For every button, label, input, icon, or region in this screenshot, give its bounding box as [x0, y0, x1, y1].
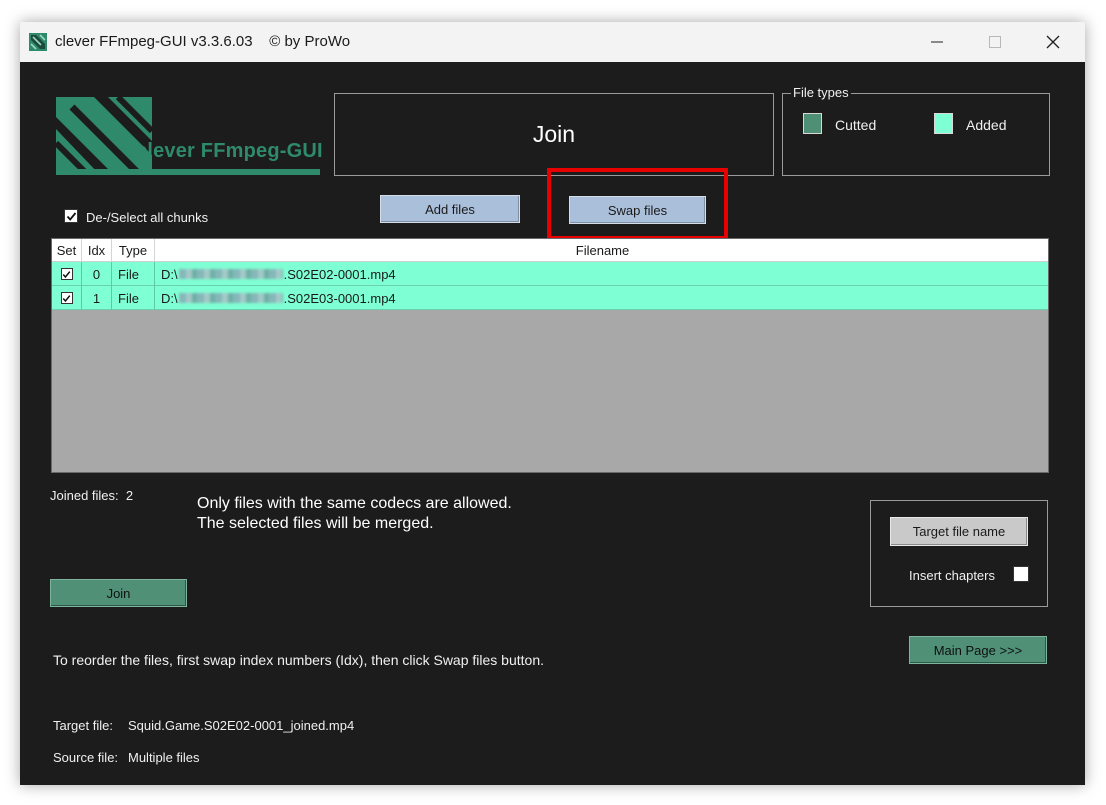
row-filename-cell: D:\ .S02E03-0001.mp4 [155, 286, 1048, 310]
table-header: Set Idx Type Filename [52, 239, 1048, 262]
column-header-idx[interactable]: Idx [82, 239, 112, 262]
target-options-panel: Target file name Insert chapters [870, 500, 1048, 607]
file-types-title: File types [791, 85, 851, 100]
row-set-checkbox[interactable] [60, 268, 73, 280]
checkmark-icon [62, 294, 71, 302]
window-title: clever FFmpeg-GUI v3.3.6.03 © by ProWo [55, 33, 351, 50]
row-type-cell: File [112, 262, 155, 286]
cutted-color-swatch [803, 113, 822, 134]
mode-title: Join [532, 121, 576, 147]
filename-suffix: .S02E02-0001.mp4 [283, 266, 396, 282]
row-set-cell [52, 286, 82, 310]
target-file-name-button[interactable]: Target file name [890, 517, 1028, 546]
close-icon [1046, 35, 1060, 49]
filename-suffix: .S02E03-0001.mp4 [283, 290, 396, 306]
source-file-label: Source file: [53, 750, 119, 765]
insert-chapters-checkbox[interactable] [1013, 566, 1029, 582]
select-all-label: De-/Select all chunks [86, 210, 209, 225]
table-row[interactable]: 1 File D:\ .S02E03-0001.mp4 [52, 286, 1048, 310]
joined-files-label: Joined files: 2 [50, 488, 134, 503]
target-file-value: Squid.Game.S02E02-0001_joined.mp4 [128, 718, 355, 733]
brand-logo-icon [53, 94, 320, 178]
table-row[interactable]: 0 File D:\ .S02E02-0001.mp4 [52, 262, 1048, 286]
codec-note: Only files with the same codecs are allo… [197, 495, 512, 512]
checkmark-icon [66, 211, 76, 221]
files-table: Set Idx Type Filename 0 File D:\ .S02E02-… [51, 238, 1049, 473]
column-header-type[interactable]: Type [112, 239, 155, 262]
row-idx-cell[interactable]: 1 [82, 286, 112, 310]
swap-files-highlight [547, 168, 728, 240]
mode-title-panel: Join [334, 93, 774, 176]
brand-logo-text: clever FFmpeg-GUI [136, 140, 323, 162]
row-set-cell [52, 262, 82, 286]
redacted-path [178, 293, 283, 303]
source-file-value: Multiple files [128, 750, 200, 765]
row-filename-cell: D:\ .S02E02-0001.mp4 [155, 262, 1048, 286]
added-label: Added [966, 117, 1007, 133]
maximize-icon [989, 36, 1001, 48]
checkmark-icon [62, 270, 71, 278]
filename-prefix: D:\ [161, 290, 178, 306]
added-color-swatch [934, 113, 953, 134]
file-types-legend: File types Cutted Added [782, 85, 1050, 176]
join-button[interactable]: Join [50, 579, 187, 607]
close-button[interactable] [1024, 22, 1082, 62]
row-type-cell: File [112, 286, 155, 310]
row-idx-cell[interactable]: 0 [82, 262, 112, 286]
row-set-checkbox[interactable] [60, 292, 73, 304]
main-content: clever FFmpeg-GUI Join File types Cutted… [20, 62, 1085, 785]
select-all-checkbox[interactable] [64, 209, 78, 223]
reorder-hint: To reorder the files, first swap index n… [53, 652, 544, 668]
merge-note: The selected files will be merged. [197, 515, 434, 532]
cutted-label: Cutted [835, 117, 877, 133]
joined-files-count: 2 [125, 488, 134, 503]
column-header-filename[interactable]: Filename [155, 239, 1048, 262]
app-window: clever FFmpeg-GUI v3.3.6.03 © by ProWo c… [20, 22, 1085, 785]
add-files-button[interactable]: Add files [380, 195, 520, 223]
minimize-button[interactable] [908, 22, 966, 62]
redacted-path [178, 269, 283, 279]
target-file-label: Target file: [53, 718, 113, 733]
insert-chapters-label: Insert chapters [909, 568, 995, 583]
main-page-button[interactable]: Main Page >>> [909, 636, 1047, 664]
column-header-set[interactable]: Set [52, 239, 82, 262]
filename-prefix: D:\ [161, 266, 178, 282]
title-bar[interactable]: clever FFmpeg-GUI v3.3.6.03 © by ProWo [20, 22, 1085, 62]
app-logo-icon [29, 33, 47, 51]
maximize-button[interactable] [966, 22, 1024, 62]
minimize-icon [931, 41, 943, 43]
